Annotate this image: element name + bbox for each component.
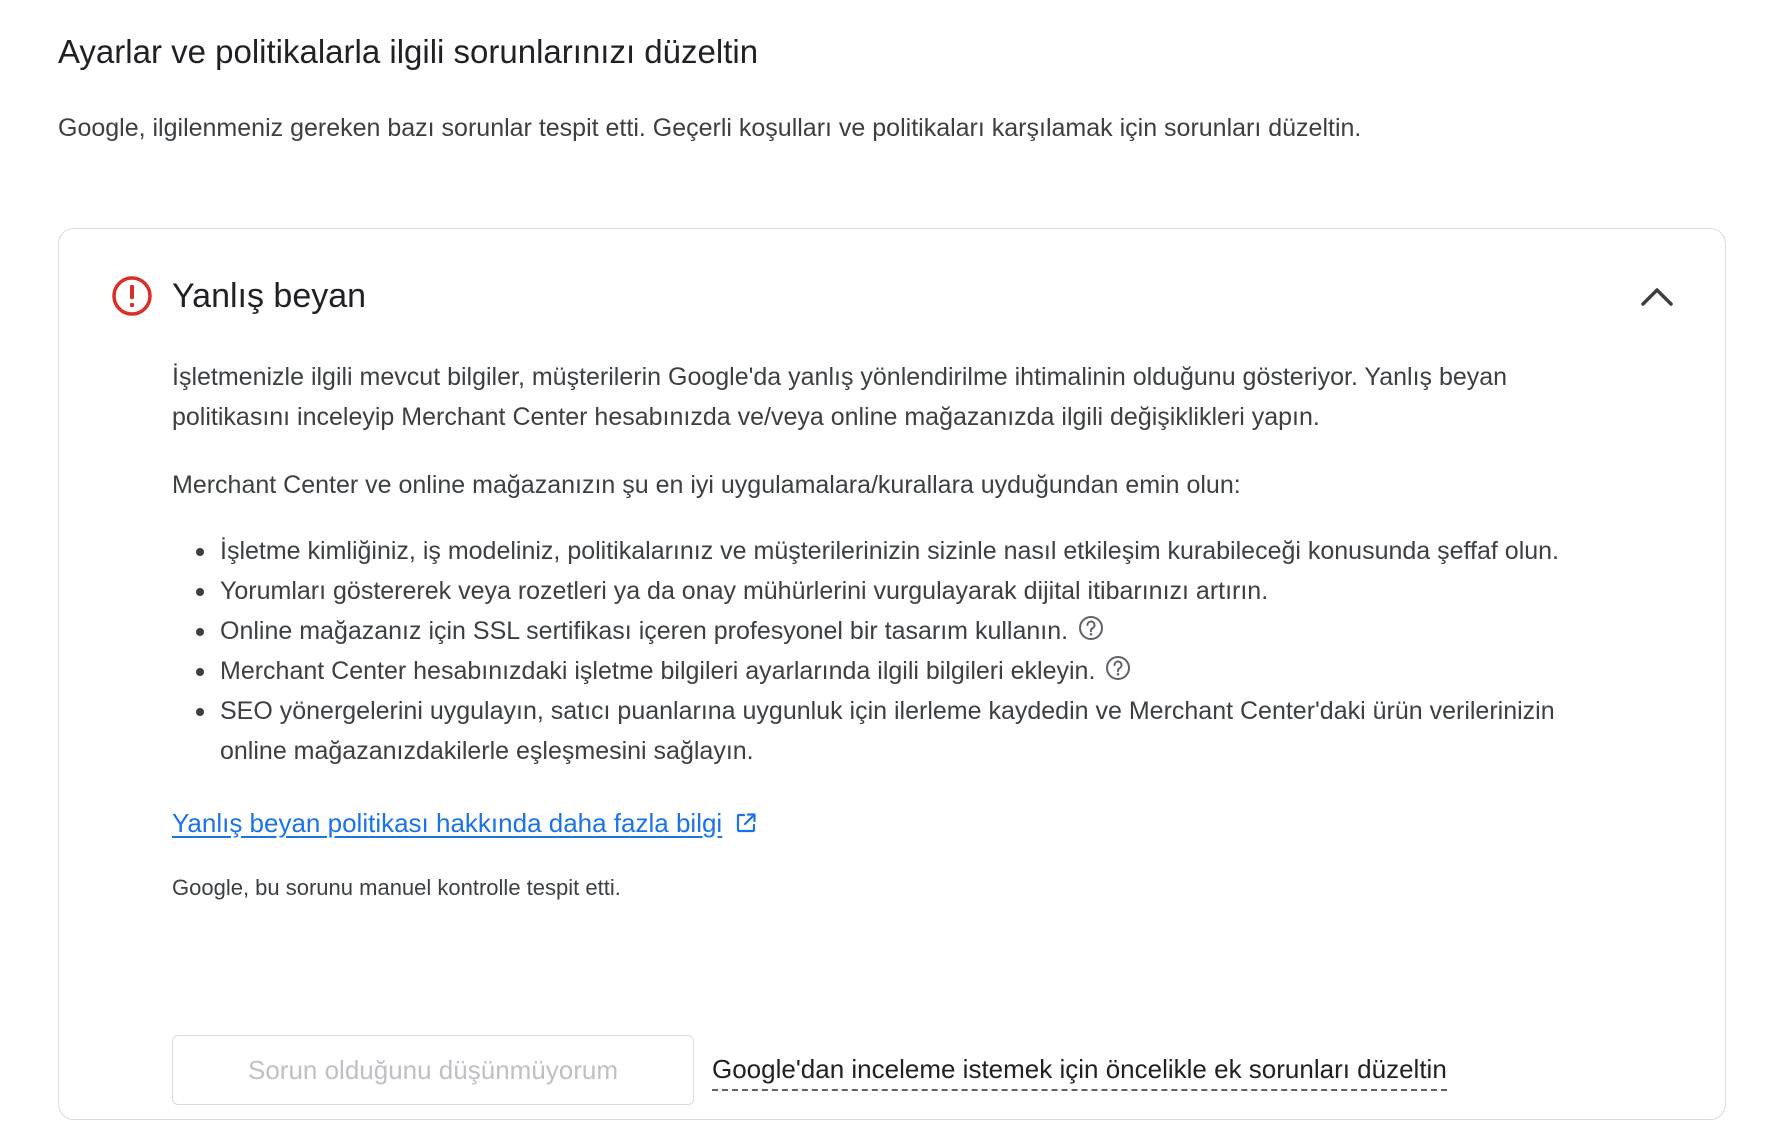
best-practices-intro: Merchant Center ve online mağazanızın şu… xyxy=(172,471,1241,499)
issue-card-body: İşletmenizle ilgili mevcut bilgiler, müş… xyxy=(172,357,1612,903)
dispute-issue-button[interactable]: Sorun olduğunu düşünmüyorum xyxy=(172,1035,694,1105)
issue-card-header[interactable]: Yanlış beyan xyxy=(59,229,1725,359)
open-in-new-icon xyxy=(737,813,756,833)
review-request-hint[interactable]: Google'dan inceleme istemek için öncelik… xyxy=(712,1049,1447,1091)
error-circle-icon xyxy=(112,276,152,316)
list-item-text: Yorumları göstererek veya rozetleri ya d… xyxy=(220,577,1269,605)
issue-title: Yanlış beyan xyxy=(172,277,367,315)
list-item-text: SEO yönergelerini uygulayın, satıcı puan… xyxy=(220,697,1555,765)
help-circle-icon[interactable] xyxy=(1105,655,1131,681)
issue-actions: Sorun olduğunu düşünmüyorum Google'dan i… xyxy=(172,1035,1447,1105)
page-title: Ayarlar ve politikalarla ilgili sorunlar… xyxy=(58,33,759,70)
issue-card: Yanlış beyan İşletmenizle ilgili mevcut … xyxy=(58,228,1726,1120)
collapse-button[interactable] xyxy=(1631,271,1683,323)
learn-more-link[interactable]: Yanlış beyan politikası hakkında daha fa… xyxy=(172,803,758,843)
page-description: Google, ilgilenmeniz gereken bazı sorunl… xyxy=(58,114,1362,142)
issue-explanation: İşletmenizle ilgili mevcut bilgiler, müş… xyxy=(172,363,1508,431)
list-item: Yorumları göstererek veya rozetleri ya d… xyxy=(196,571,1600,611)
help-circle-icon[interactable] xyxy=(1078,615,1104,641)
list-item: İşletme kimliğiniz, iş modeliniz, politi… xyxy=(196,531,1600,571)
list-item: Merchant Center hesabınızdaki işletme bi… xyxy=(196,651,1600,691)
list-item: SEO yönergelerini uygulayın, satıcı puan… xyxy=(196,691,1600,771)
best-practices-list: İşletme kimliğiniz, iş modeliniz, politi… xyxy=(172,531,1612,771)
list-item-text: Online mağazanız için SSL sertifikası iç… xyxy=(220,617,1069,645)
chevron-up-icon xyxy=(1641,288,1673,306)
detection-note: Google, bu sorunu manuel kontrolle tespi… xyxy=(172,875,621,900)
list-item-text: İşletme kimliğiniz, iş modeliniz, politi… xyxy=(220,537,1560,565)
learn-more-link-text: Yanlış beyan politikası hakkında daha fa… xyxy=(172,808,723,838)
list-item: Online mağazanız için SSL sertifikası iç… xyxy=(196,611,1600,651)
list-item-text: Merchant Center hesabınızdaki işletme bi… xyxy=(220,657,1096,685)
